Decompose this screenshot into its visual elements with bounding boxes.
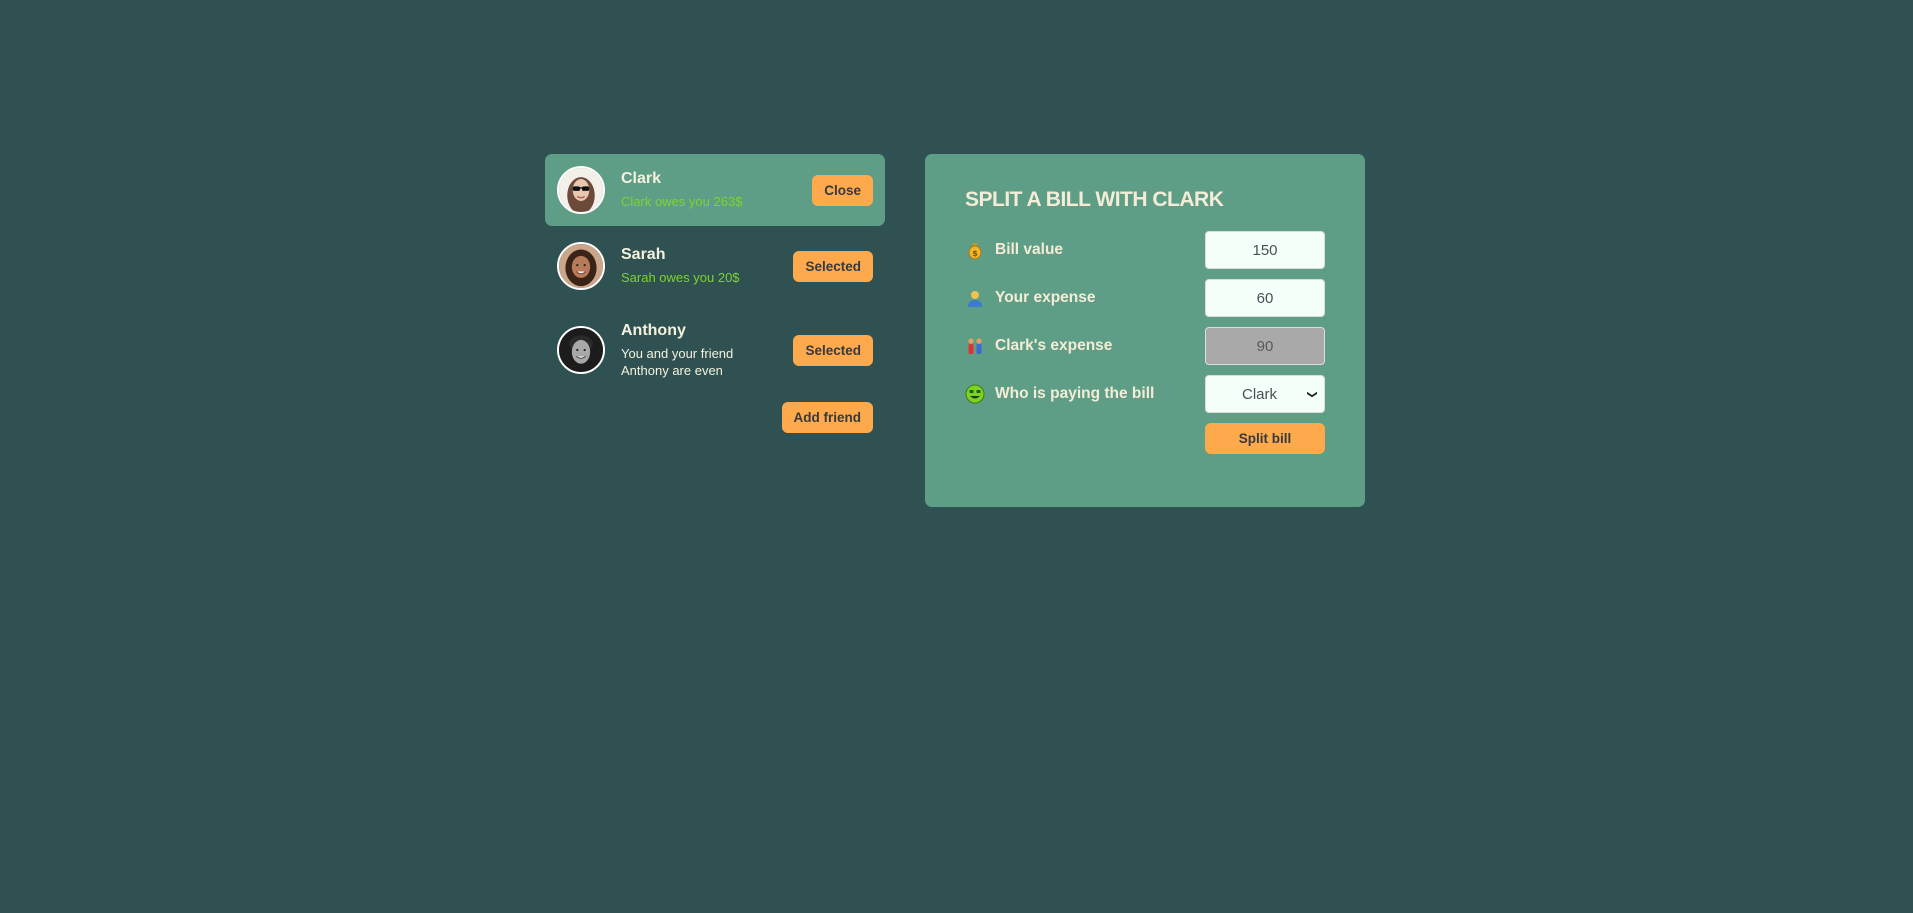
friend-expense-label: Clark's expense	[965, 336, 1112, 356]
payer-select[interactable]: Clark ❯	[1205, 375, 1325, 413]
friend-info: Anthony You and your friend Anthony are …	[621, 322, 793, 379]
friend-balance: You and your friend Anthony are even	[621, 345, 734, 378]
bill-value-row: $ Bill value	[965, 231, 1325, 269]
sidebar: Clark Clark owes you 263$ Close Sarah Sa…	[545, 154, 885, 433]
select-button[interactable]: Selected	[793, 334, 873, 366]
friends-list: Clark Clark owes you 263$ Close Sarah Sa…	[545, 154, 885, 394]
friend-expense-input	[1205, 327, 1325, 365]
avatar	[557, 166, 605, 214]
people-icon	[965, 336, 985, 356]
friend-balance: Clark owes you 263$	[621, 194, 743, 209]
add-friend-button[interactable]: Add friend	[781, 402, 873, 433]
svg-text:$: $	[972, 249, 978, 258]
payer-label: Who is paying the bill	[965, 384, 1154, 404]
bill-value-label: $ Bill value	[965, 240, 1063, 260]
avatar	[557, 326, 605, 374]
payer-text: Who is paying the bill	[995, 385, 1155, 402]
money-bag-icon: $	[965, 240, 985, 260]
friend-item-clark[interactable]: Clark Clark owes you 263$ Close	[545, 154, 885, 226]
friend-info: Sarah Sarah owes you 20$	[621, 246, 793, 286]
avatar	[557, 242, 605, 290]
submit-row: Split bill	[965, 423, 1325, 454]
friend-expense-text: Clark's expense	[995, 337, 1113, 354]
chevron-down-icon: ❯	[1306, 389, 1318, 399]
friend-expense-row: Clark's expense	[965, 327, 1325, 365]
your-expense-text: Your expense	[995, 289, 1096, 306]
app: Clark Clark owes you 263$ Close Sarah Sa…	[545, 154, 1365, 507]
payer-select-value: Clark	[1242, 385, 1278, 403]
friend-item-anthony[interactable]: Anthony You and your friend Anthony are …	[545, 306, 885, 394]
friend-balance: Sarah owes you 20$	[621, 270, 740, 285]
person-icon	[965, 288, 985, 308]
friend-name: Clark	[621, 170, 662, 187]
money-face-icon	[965, 384, 985, 404]
form-title: SPLIT A BILL WITH CLARK	[965, 188, 1224, 211]
friend-name: Anthony	[621, 321, 686, 339]
bill-value-text: Bill value	[995, 241, 1064, 258]
payer-row: Who is paying the bill Clark ❯	[965, 375, 1325, 413]
your-expense-input[interactable]	[1205, 279, 1325, 317]
split-bill-button[interactable]: Split bill	[1205, 423, 1325, 454]
friend-name: Sarah	[621, 246, 666, 263]
close-button[interactable]: Close	[812, 174, 873, 206]
split-bill-form: SPLIT A BILL WITH CLARK $ Bill value You…	[925, 154, 1365, 507]
friend-item-sarah[interactable]: Sarah Sarah owes you 20$ Selected	[545, 230, 885, 302]
your-expense-row: Your expense	[965, 279, 1325, 317]
friend-info: Clark Clark owes you 263$	[621, 170, 812, 210]
select-button[interactable]: Selected	[793, 250, 873, 282]
bill-value-input[interactable]	[1205, 231, 1325, 269]
your-expense-label: Your expense	[965, 288, 1096, 308]
add-friend-row: Add friend	[545, 402, 885, 433]
